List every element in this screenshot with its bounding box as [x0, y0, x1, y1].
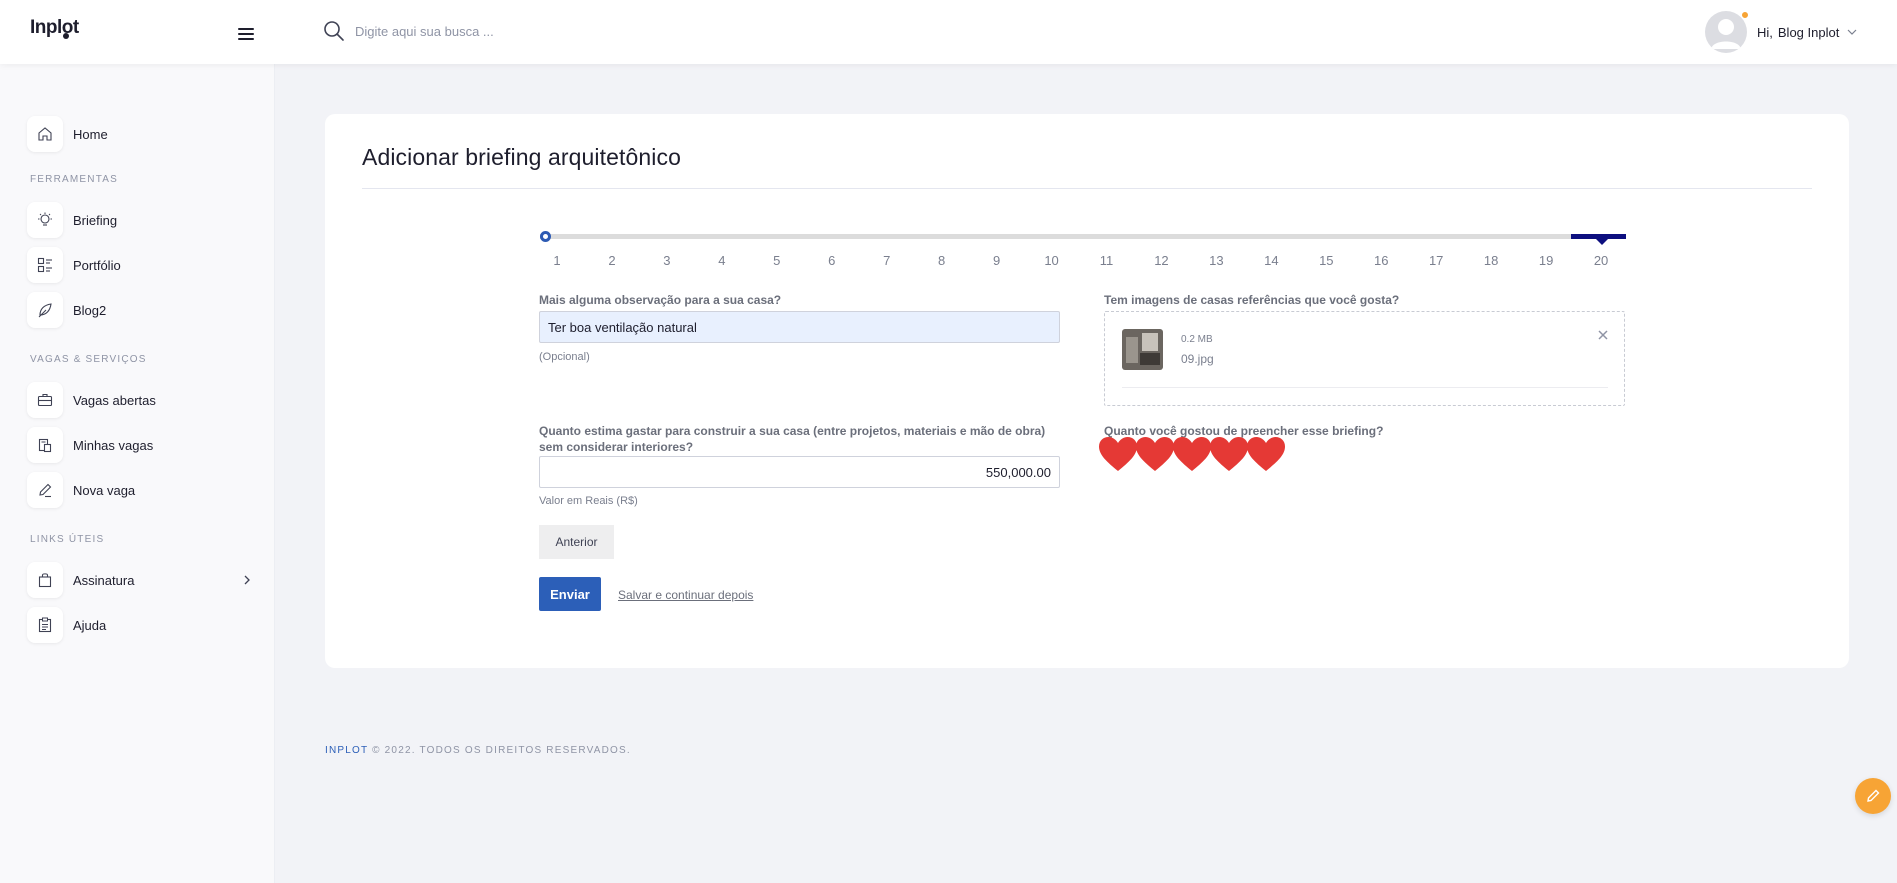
menu-toggle-icon[interactable]	[238, 28, 254, 40]
sidebar-item-label: Minhas vagas	[73, 437, 154, 453]
heart-3-icon[interactable]	[1172, 436, 1212, 472]
step-4[interactable]: 4	[707, 253, 737, 268]
heart-1-icon[interactable]	[1098, 436, 1138, 472]
heart-2-icon[interactable]	[1135, 436, 1175, 472]
image-dropzone[interactable]: 0.2 MB 09.jpg	[1104, 311, 1625, 406]
footer: INPLOT © 2022. TODOS OS DIREITOS RESERVA…	[325, 745, 631, 756]
observations-input[interactable]	[539, 311, 1060, 343]
sidebar-section-tools: FERRAMENTAS	[30, 174, 119, 185]
current-step-marker-icon	[1596, 239, 1608, 245]
sidebar-item-home[interactable]: Home	[27, 116, 252, 152]
step-9[interactable]: 9	[982, 253, 1012, 268]
step-1[interactable]: 1	[542, 253, 572, 268]
sidebar-item-my-jobs[interactable]: Minhas vagas	[27, 427, 252, 463]
briefcase-icon	[37, 393, 53, 407]
page-title: Adicionar briefing arquitetônico	[362, 144, 682, 170]
step-13[interactable]: 13	[1201, 253, 1231, 268]
step-15[interactable]: 15	[1311, 253, 1341, 268]
step-progress-track	[540, 234, 1626, 239]
budget-input[interactable]	[539, 456, 1060, 488]
step-3[interactable]: 3	[652, 253, 682, 268]
step-19[interactable]: 19	[1531, 253, 1561, 268]
sidebar-item-label: Vagas abertas	[73, 392, 156, 408]
footer-brand[interactable]: INPLOT	[325, 745, 368, 756]
sidebar-item-subscription[interactable]: Assinatura	[27, 562, 252, 598]
step-14[interactable]: 14	[1256, 253, 1286, 268]
step-16[interactable]: 16	[1366, 253, 1396, 268]
step-8[interactable]: 8	[927, 253, 957, 268]
avatar[interactable]	[1705, 11, 1747, 53]
observations-hint: (Opcional)	[539, 351, 590, 363]
lightbulb-icon	[38, 212, 52, 226]
step-5[interactable]: 5	[762, 253, 792, 268]
clipboard-icon	[38, 438, 52, 453]
search-icon	[324, 21, 344, 41]
save-later-link[interactable]: Salvar e continuar depois	[618, 588, 753, 602]
heart-4-icon[interactable]	[1209, 436, 1249, 472]
step-10[interactable]: 10	[1037, 253, 1067, 268]
sidebar-item-label: Assinatura	[73, 572, 135, 588]
step-progress-start-dot	[540, 231, 551, 242]
reference-images-label: Tem imagens de casas referências que voc…	[1104, 293, 1400, 307]
notification-dot	[1741, 11, 1749, 19]
sidebar-item-briefing[interactable]: Briefing	[27, 202, 252, 238]
home-icon	[38, 127, 52, 141]
user-menu[interactable]: Hi, Blog Inplot	[1705, 10, 1857, 54]
sidebar-section-jobs: VAGAS & SERVIÇOS	[30, 354, 147, 365]
edit-fab[interactable]	[1855, 778, 1891, 814]
step-6[interactable]: 6	[817, 253, 847, 268]
step-18[interactable]: 18	[1476, 253, 1506, 268]
sidebar-item-label: Ajuda	[73, 617, 107, 633]
file-size: 0.2 MB	[1181, 334, 1213, 345]
feather-icon	[38, 303, 52, 318]
file-name: 09.jpg	[1181, 352, 1214, 366]
sidebar-item-help[interactable]: Ajuda	[27, 607, 252, 643]
portfolio-icon	[37, 257, 52, 273]
budget-label: Quanto estima gastar para construir a su…	[539, 424, 1046, 454]
top-bar: Inplot Hi, Blog Inplot	[0, 0, 1897, 64]
observations-label: Mais alguma observação para a sua casa?	[539, 293, 782, 307]
sidebar: Home FERRAMENTAS Briefing Portfólio Blog…	[0, 64, 275, 883]
step-12[interactable]: 12	[1146, 253, 1176, 268]
title-divider	[362, 188, 1812, 189]
sidebar-item-label: Blog2	[73, 302, 107, 318]
step-11[interactable]: 11	[1092, 253, 1122, 268]
logo-bulb-icon	[63, 33, 69, 39]
sidebar-item-blog[interactable]: Blog2	[27, 292, 252, 328]
step-17[interactable]: 17	[1421, 253, 1451, 268]
step-7[interactable]: 7	[872, 253, 902, 268]
previous-button[interactable]: Anterior	[539, 525, 614, 559]
sidebar-section-links: LINKS ÚTEIS	[30, 534, 105, 545]
logo[interactable]: Inplot	[30, 17, 79, 39]
pencil-icon	[39, 483, 52, 498]
pencil-icon	[1867, 789, 1880, 802]
sidebar-item-portfolio[interactable]: Portfólio	[27, 247, 252, 283]
user-name: Blog Inplot	[1777, 24, 1840, 40]
user-greeting: Hi,	[1757, 24, 1773, 40]
send-button[interactable]: Enviar	[539, 577, 601, 611]
step-20[interactable]: 20	[1586, 253, 1616, 268]
chevron-down-icon	[1847, 29, 1857, 35]
file-thumbnail	[1122, 329, 1163, 370]
search-input[interactable]	[355, 18, 755, 44]
sidebar-item-label: Briefing	[73, 212, 118, 228]
heart-rating[interactable]	[1098, 436, 1298, 476]
sidebar-item-label: Portfólio	[73, 257, 121, 273]
close-icon[interactable]	[1596, 328, 1610, 342]
briefing-card: Adicionar briefing arquitetônico 1234567…	[325, 114, 1849, 668]
step-2[interactable]: 2	[597, 253, 627, 268]
sidebar-item-label: Nova vaga	[73, 482, 136, 498]
shopping-bag-icon	[38, 573, 52, 588]
sidebar-item-label: Home	[73, 126, 108, 142]
heart-5-icon[interactable]	[1246, 436, 1286, 472]
sidebar-item-open-jobs[interactable]: Vagas abertas	[27, 382, 252, 418]
sidebar-item-new-job[interactable]: Nova vaga	[27, 472, 252, 508]
footer-copyright: © 2022. TODOS OS DIREITOS RESERVADOS.	[368, 745, 631, 756]
file-progress-line	[1122, 387, 1608, 388]
budget-hint: Valor em Reais (R$)	[539, 495, 638, 507]
checklist-icon	[38, 617, 52, 633]
chevron-right-icon	[244, 575, 250, 585]
